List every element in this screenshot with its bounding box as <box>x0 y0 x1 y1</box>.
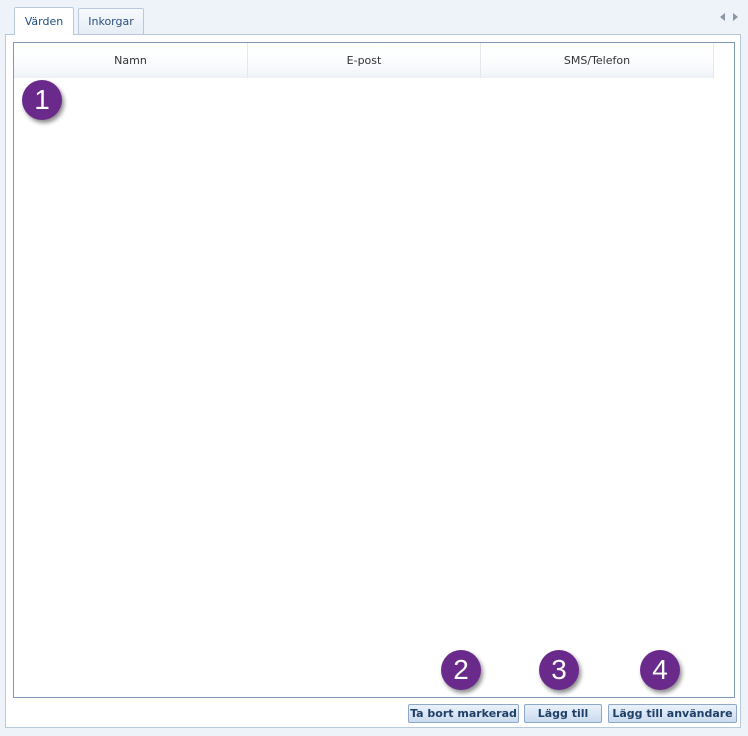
column-header-sms-telefon[interactable]: SMS/Telefon <box>481 43 714 78</box>
tab-label: Inkorgar <box>88 15 134 28</box>
callout-badge-4: 4 <box>640 650 680 690</box>
tab-varden[interactable]: Värden <box>14 7 74 35</box>
callout-badge-1: 1 <box>22 80 62 120</box>
column-label: SMS/Telefon <box>563 54 631 67</box>
tab-panel: Namn E-post SMS/Telefon Ta bort markerad… <box>5 34 741 728</box>
tab-scroll-controls <box>720 13 738 21</box>
recipients-grid[interactable]: Namn E-post SMS/Telefon <box>13 42 735 698</box>
remove-selected-button[interactable]: Ta bort markerad <box>408 704 519 723</box>
column-header-epost[interactable]: E-post <box>248 43 481 78</box>
add-button[interactable]: Lägg till <box>524 704 602 723</box>
column-label: Namn <box>114 54 147 67</box>
tab-label: Värden <box>24 15 64 28</box>
scroll-right-icon[interactable] <box>733 13 738 21</box>
callout-number: 3 <box>551 654 567 685</box>
tab-inkorgar[interactable]: Inkorgar <box>78 8 144 34</box>
button-label: Lägg till <box>537 707 589 720</box>
add-user-button[interactable]: Lägg till användare <box>608 704 737 723</box>
callout-badge-3: 3 <box>539 650 579 690</box>
callout-badge-2: 2 <box>441 650 481 690</box>
callout-number: 4 <box>652 654 668 685</box>
scroll-left-icon[interactable] <box>720 13 725 21</box>
callout-number: 1 <box>34 84 50 115</box>
button-bar: Ta bort markerad Lägg till Lägg till anv… <box>6 699 740 727</box>
button-label: Ta bort markerad <box>410 707 517 720</box>
grid-header: Namn E-post SMS/Telefon <box>14 43 714 78</box>
column-header-namn[interactable]: Namn <box>14 43 248 78</box>
column-label: E-post <box>346 54 382 67</box>
button-label: Lägg till användare <box>612 707 733 720</box>
callout-number: 2 <box>453 654 469 685</box>
tabstrip: Värden Inkorgar <box>0 0 748 35</box>
